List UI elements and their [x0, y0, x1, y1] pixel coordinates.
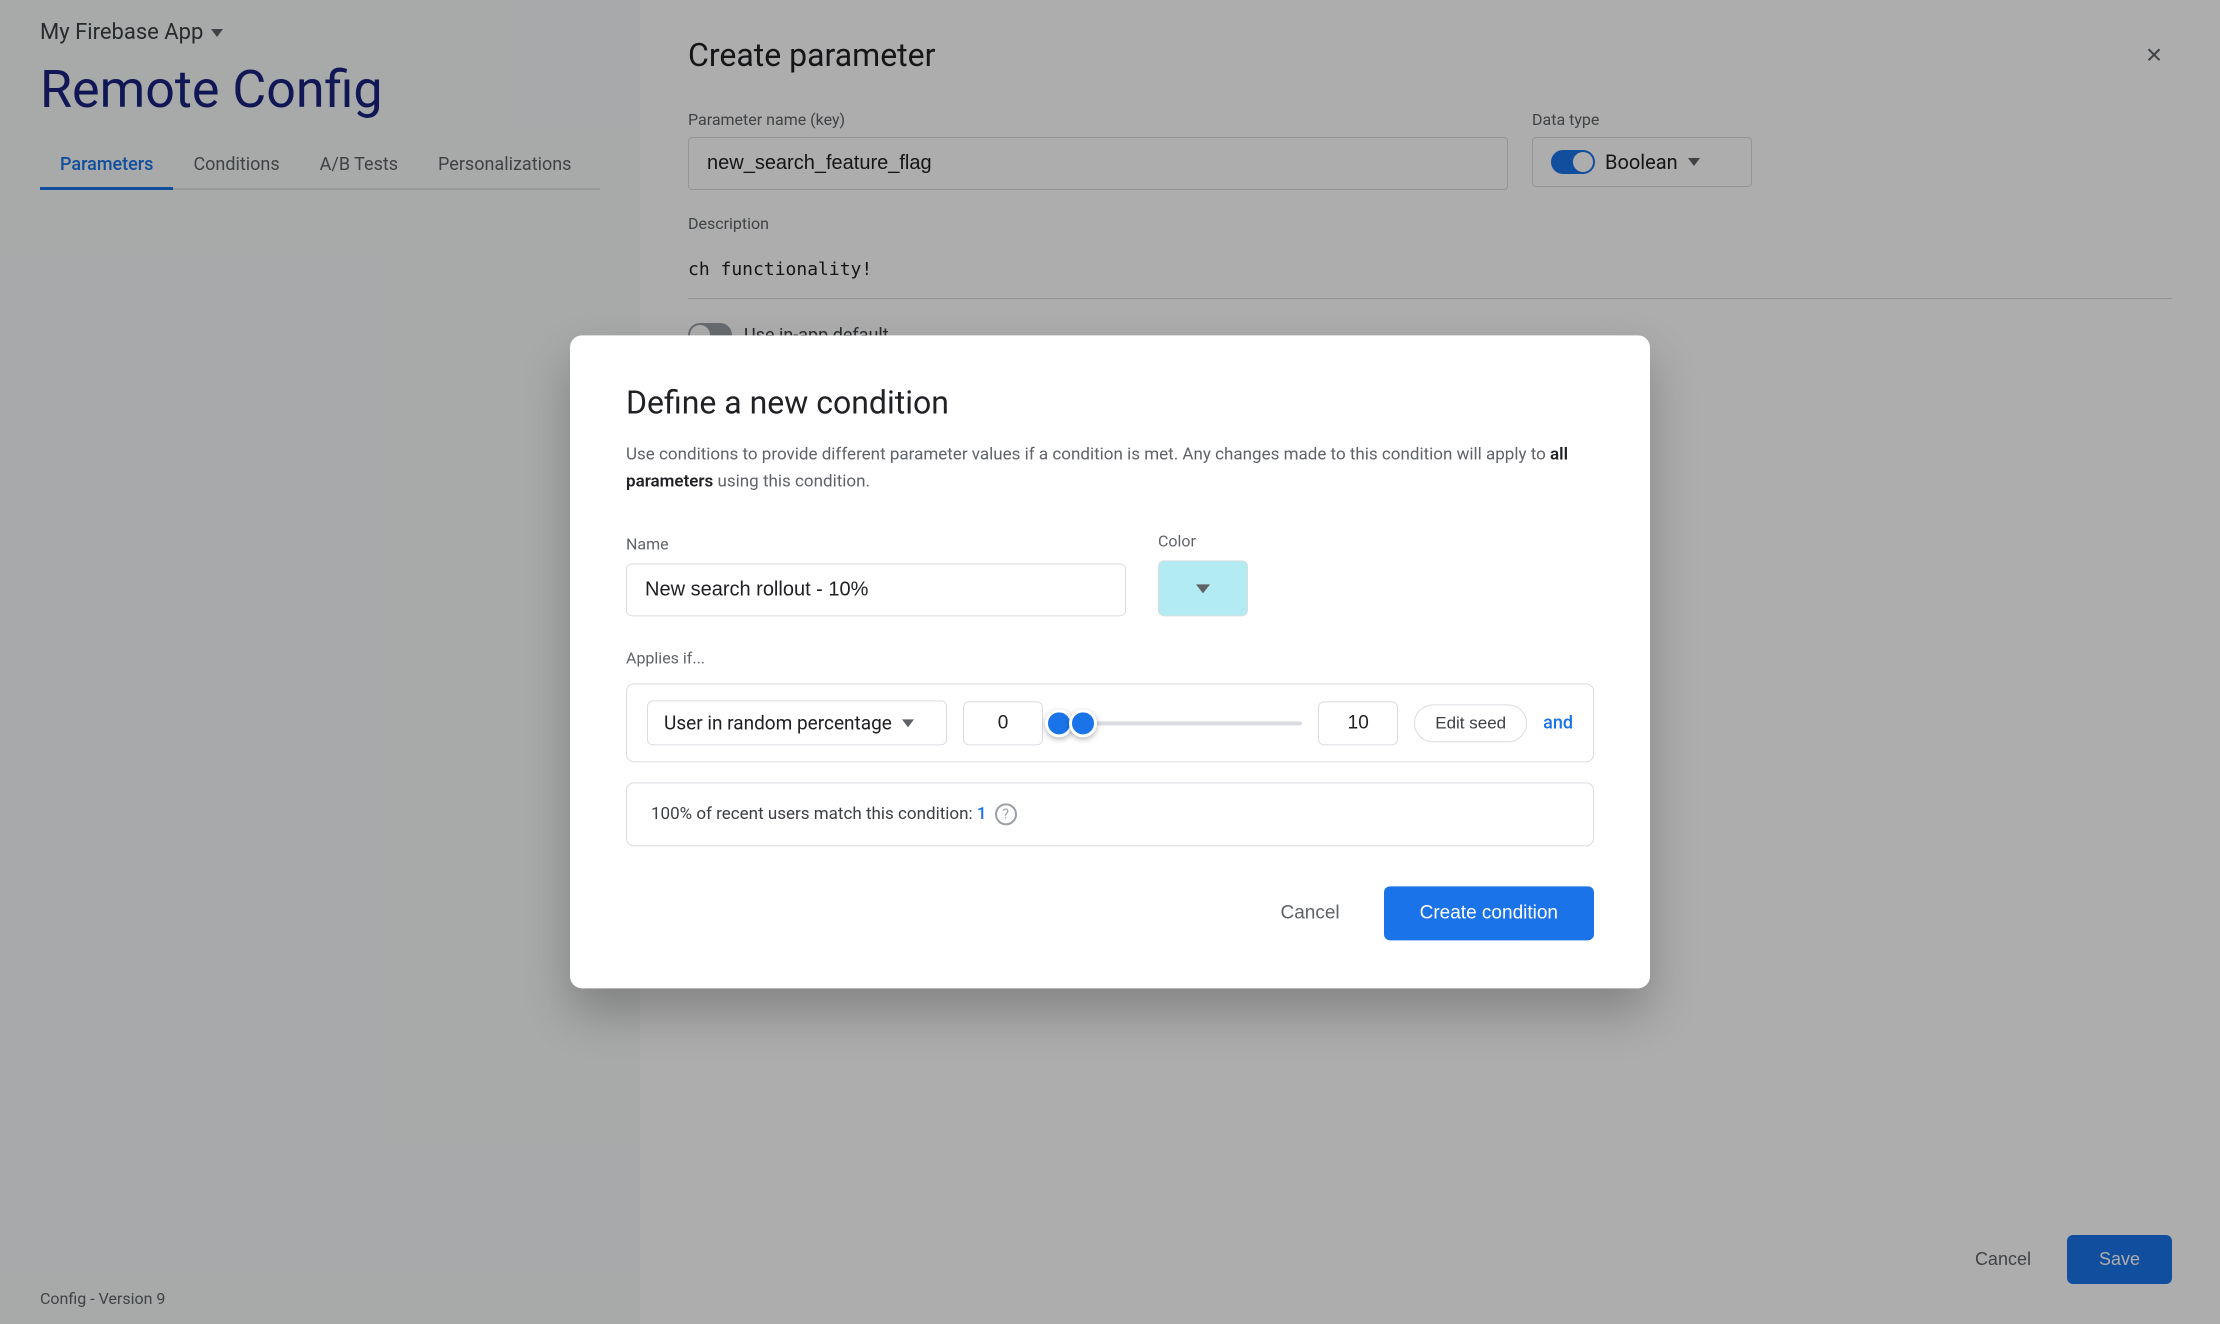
cancel-modal-button[interactable]: Cancel: [1256, 889, 1363, 939]
modal-name-label: Name: [626, 535, 1126, 554]
slider-track: [1059, 721, 1302, 725]
match-info-box: 100% of recent users match this conditio…: [626, 783, 1594, 847]
condition-row: User in random percentage Edit seed and: [626, 684, 1594, 763]
condition-name-input[interactable]: [626, 564, 1126, 617]
match-link[interactable]: 1: [977, 804, 987, 824]
and-link[interactable]: and: [1543, 713, 1573, 734]
max-value-input[interactable]: [1318, 701, 1398, 745]
create-condition-button[interactable]: Create condition: [1384, 887, 1594, 941]
condition-type-dropdown-icon: [902, 719, 914, 727]
condition-type-select[interactable]: User in random percentage: [647, 701, 947, 746]
modal-color-field: Color: [1158, 532, 1248, 617]
condition-type-label: User in random percentage: [664, 712, 892, 735]
color-picker-button[interactable]: [1158, 561, 1248, 617]
modal-title: Define a new condition: [626, 383, 1594, 421]
define-condition-modal: Define a new condition Use conditions to…: [570, 335, 1650, 988]
modal-name-field: Name: [626, 535, 1126, 617]
modal-name-color-row: Name Color: [626, 532, 1594, 617]
edit-seed-button[interactable]: Edit seed: [1414, 704, 1527, 742]
match-text: 100% of recent users match this conditio…: [651, 804, 973, 824]
color-dropdown-icon: [1196, 584, 1210, 593]
match-help-icon: ?: [995, 804, 1017, 826]
min-value-input[interactable]: [963, 701, 1043, 745]
percentage-slider[interactable]: [1059, 705, 1302, 741]
applies-if-label: Applies if...: [626, 649, 1594, 668]
modal-description: Use conditions to provide different para…: [626, 441, 1594, 495]
slider-thumb-right[interactable]: [1069, 709, 1097, 737]
modal-footer: Cancel Create condition: [626, 887, 1594, 941]
modal-color-label: Color: [1158, 532, 1248, 551]
